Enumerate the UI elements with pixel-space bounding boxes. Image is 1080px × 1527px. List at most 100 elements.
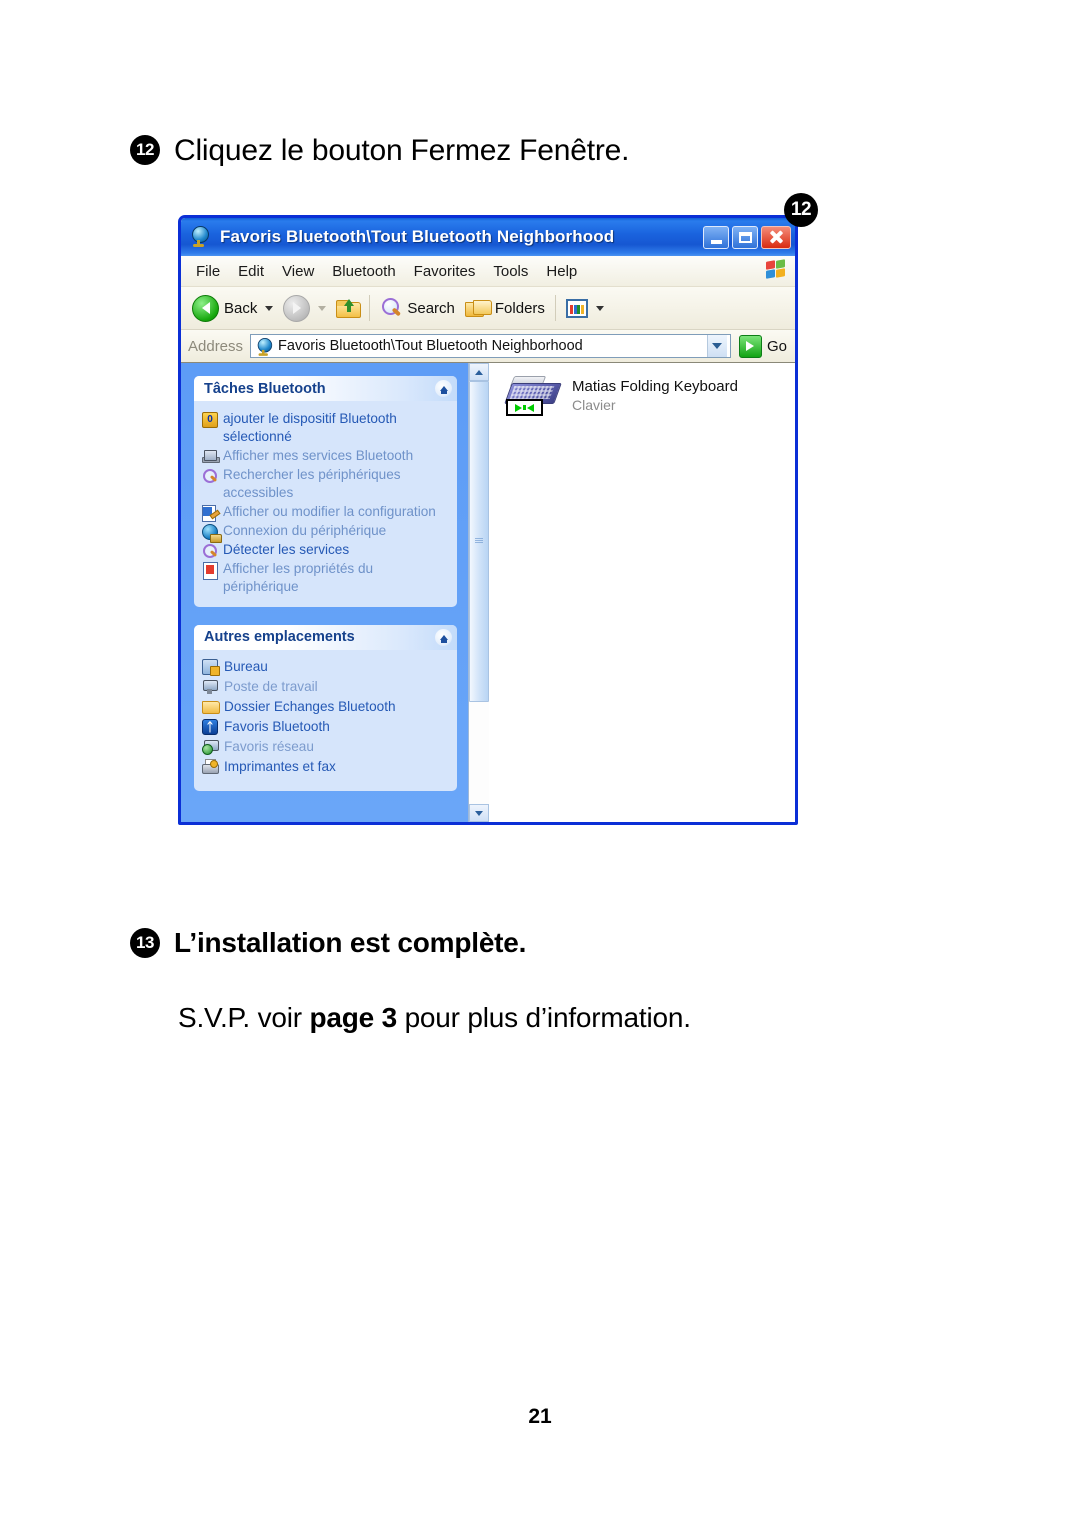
place-label: Favoris Bluetooth: [224, 719, 330, 735]
place-bluetooth-exchange-folder[interactable]: Dossier Echanges Bluetooth: [202, 699, 451, 715]
grip-icon: [475, 537, 483, 546]
place-label: Imprimantes et fax: [224, 759, 336, 775]
menu-item-favorites[interactable]: Favorites: [405, 261, 485, 282]
address-value: Favoris Bluetooth\Tout Bluetooth Neighbo…: [278, 338, 583, 354]
callout-badge-12: 12: [784, 193, 818, 227]
forward-arrow-icon: [283, 294, 311, 322]
my-computer-icon: [202, 679, 218, 695]
place-label: Poste de travail: [224, 679, 318, 695]
panel-header[interactable]: Tâches Bluetooth: [194, 376, 457, 401]
place-desktop[interactable]: Bureau: [202, 658, 451, 676]
place-label: Dossier Echanges Bluetooth: [224, 699, 396, 715]
menu-item-view[interactable]: View: [273, 261, 323, 282]
globe-icon-connection: [202, 523, 222, 543]
place-network-favorites[interactable]: Favoris réseau: [202, 739, 451, 755]
toolbar-separator-2: [554, 295, 556, 321]
properties-icon: [202, 561, 218, 580]
address-dropdown-button[interactable]: [706, 335, 727, 357]
address-bar: Address Favoris Bluetooth\Tout Bluetooth…: [181, 330, 795, 363]
folders-label: Folders: [494, 299, 545, 317]
maximize-button[interactable]: [732, 225, 758, 249]
menu-item-tools[interactable]: Tools: [484, 261, 537, 282]
up-folder-icon: [336, 298, 362, 318]
panel-body: 0 ajouter le dispositif Bluetooth sélect…: [194, 401, 457, 607]
back-label: Back: [224, 299, 258, 317]
reference-note: S.V.P. voir page 3 pour plus d’informati…: [178, 1002, 691, 1034]
client-area: Tâches Bluetooth 0 ajouter le dispositif…: [181, 363, 795, 822]
search-button[interactable]: Search: [375, 297, 460, 319]
up-button[interactable]: [331, 298, 364, 318]
task-label: Rechercher les périphériques accessibles: [223, 466, 401, 500]
task-pane: Tâches Bluetooth 0 ajouter le dispositif…: [181, 363, 468, 822]
panel-header-2[interactable]: Autres emplacements: [194, 624, 457, 650]
step-number-badge-13: 13: [130, 928, 160, 958]
forward-button[interactable]: [278, 294, 331, 322]
explorer-window: Favoris Bluetooth\Tout Bluetooth Neighbo…: [178, 215, 798, 825]
bluetooth-icon: ᛏ: [202, 718, 218, 735]
screenshot-figure: 12 Favoris Bluetooth\Tout Bluetooth Neig…: [178, 193, 818, 825]
toolbar-separator: [369, 295, 371, 321]
back-button[interactable]: Back: [187, 294, 278, 322]
task-search-reachable-devices[interactable]: Rechercher les périphériques accessibles: [202, 466, 450, 502]
menu-item-bluetooth[interactable]: Bluetooth: [323, 261, 404, 282]
back-arrow-icon: [192, 294, 219, 322]
laptop-icon: [202, 449, 220, 465]
menu-item-help[interactable]: Help: [537, 261, 586, 282]
chevron-up-icon-2[interactable]: [435, 628, 452, 646]
panel-title: Tâches Bluetooth: [204, 380, 326, 397]
task-label: Afficher mes services Bluetooth: [223, 447, 414, 463]
address-input[interactable]: Favoris Bluetooth\Tout Bluetooth Neighbo…: [250, 334, 731, 358]
keyboard-device-icon: [504, 375, 562, 417]
panel-body-2: Bureau Poste de travail Dossier Echanges…: [194, 650, 457, 791]
magnifier-icon: [202, 468, 218, 484]
minimize-button[interactable]: [703, 225, 729, 249]
task-label: Afficher les propriétés du périphérique: [223, 560, 374, 594]
task-view-device-properties[interactable]: Afficher les propriétés du périphérique: [202, 560, 450, 596]
task-add-selected-device[interactable]: 0 ajouter le dispositif Bluetooth sélect…: [202, 410, 450, 446]
file-list-area[interactable]: Matias Folding Keyboard Clavier: [489, 363, 795, 822]
close-button[interactable]: [761, 225, 791, 249]
menu-item-edit[interactable]: Edit: [229, 261, 273, 282]
list-item[interactable]: Matias Folding Keyboard Clavier: [504, 375, 795, 417]
go-label: Go: [766, 337, 787, 355]
scroll-thumb[interactable]: [469, 381, 489, 703]
task-label: Connexion du périphérique: [223, 522, 387, 538]
chevron-up-icon[interactable]: [435, 380, 452, 397]
step-12: 12 Cliquez le bouton Fermez Fenêtre.: [130, 135, 629, 167]
menu-item-file[interactable]: File: [187, 261, 229, 282]
views-icon: [565, 298, 588, 318]
configure-icon: [202, 504, 221, 522]
step-13: 13 L’installation est complète.: [130, 928, 526, 958]
reference-note-before: S.V.P. voir: [178, 1002, 310, 1033]
task-show-my-bluetooth-services[interactable]: Afficher mes services Bluetooth: [202, 447, 450, 465]
globe-icon-address: [256, 337, 273, 356]
place-printers-and-faxes[interactable]: Imprimantes et fax: [202, 758, 451, 775]
forward-dropdown-caret-icon[interactable]: [318, 305, 327, 311]
folders-icon: [464, 298, 492, 318]
panel-bluetooth-tasks: Tâches Bluetooth 0 ajouter le dispositif…: [194, 376, 457, 607]
scroll-track[interactable]: [469, 381, 489, 804]
folder-icon: [202, 699, 220, 715]
scroll-down-button[interactable]: [469, 804, 489, 822]
views-dropdown-caret-icon[interactable]: [595, 305, 604, 311]
vertical-scrollbar[interactable]: [468, 363, 489, 822]
folders-button[interactable]: Folders: [460, 298, 550, 318]
go-button[interactable]: Go: [738, 334, 791, 358]
back-dropdown-caret-icon[interactable]: [265, 305, 274, 311]
views-button[interactable]: [561, 298, 609, 318]
window-title-bar[interactable]: Favoris Bluetooth\Tout Bluetooth Neighbo…: [181, 218, 795, 256]
network-icon: [202, 739, 219, 755]
place-bluetooth-favorites[interactable]: ᛏ Favoris Bluetooth: [202, 718, 451, 735]
place-my-computer[interactable]: Poste de travail: [202, 679, 451, 695]
task-device-connection[interactable]: Connexion du périphérique: [202, 522, 450, 543]
task-view-or-modify-configuration[interactable]: Afficher ou modifier la configuration: [202, 503, 450, 522]
scroll-up-button[interactable]: [469, 363, 489, 381]
search-icon: [380, 297, 402, 319]
list-item-name: Matias Folding Keyboard: [572, 378, 738, 395]
bluetooth-add-icon: 0: [202, 412, 218, 428]
toolbar: Back Search Folders: [181, 287, 795, 330]
task-discover-services[interactable]: Détecter les services: [202, 541, 450, 559]
list-item-type: Clavier: [572, 397, 616, 413]
place-label: Bureau: [224, 659, 268, 675]
menu-bar: File Edit View Bluetooth Favorites Tools…: [181, 256, 795, 287]
